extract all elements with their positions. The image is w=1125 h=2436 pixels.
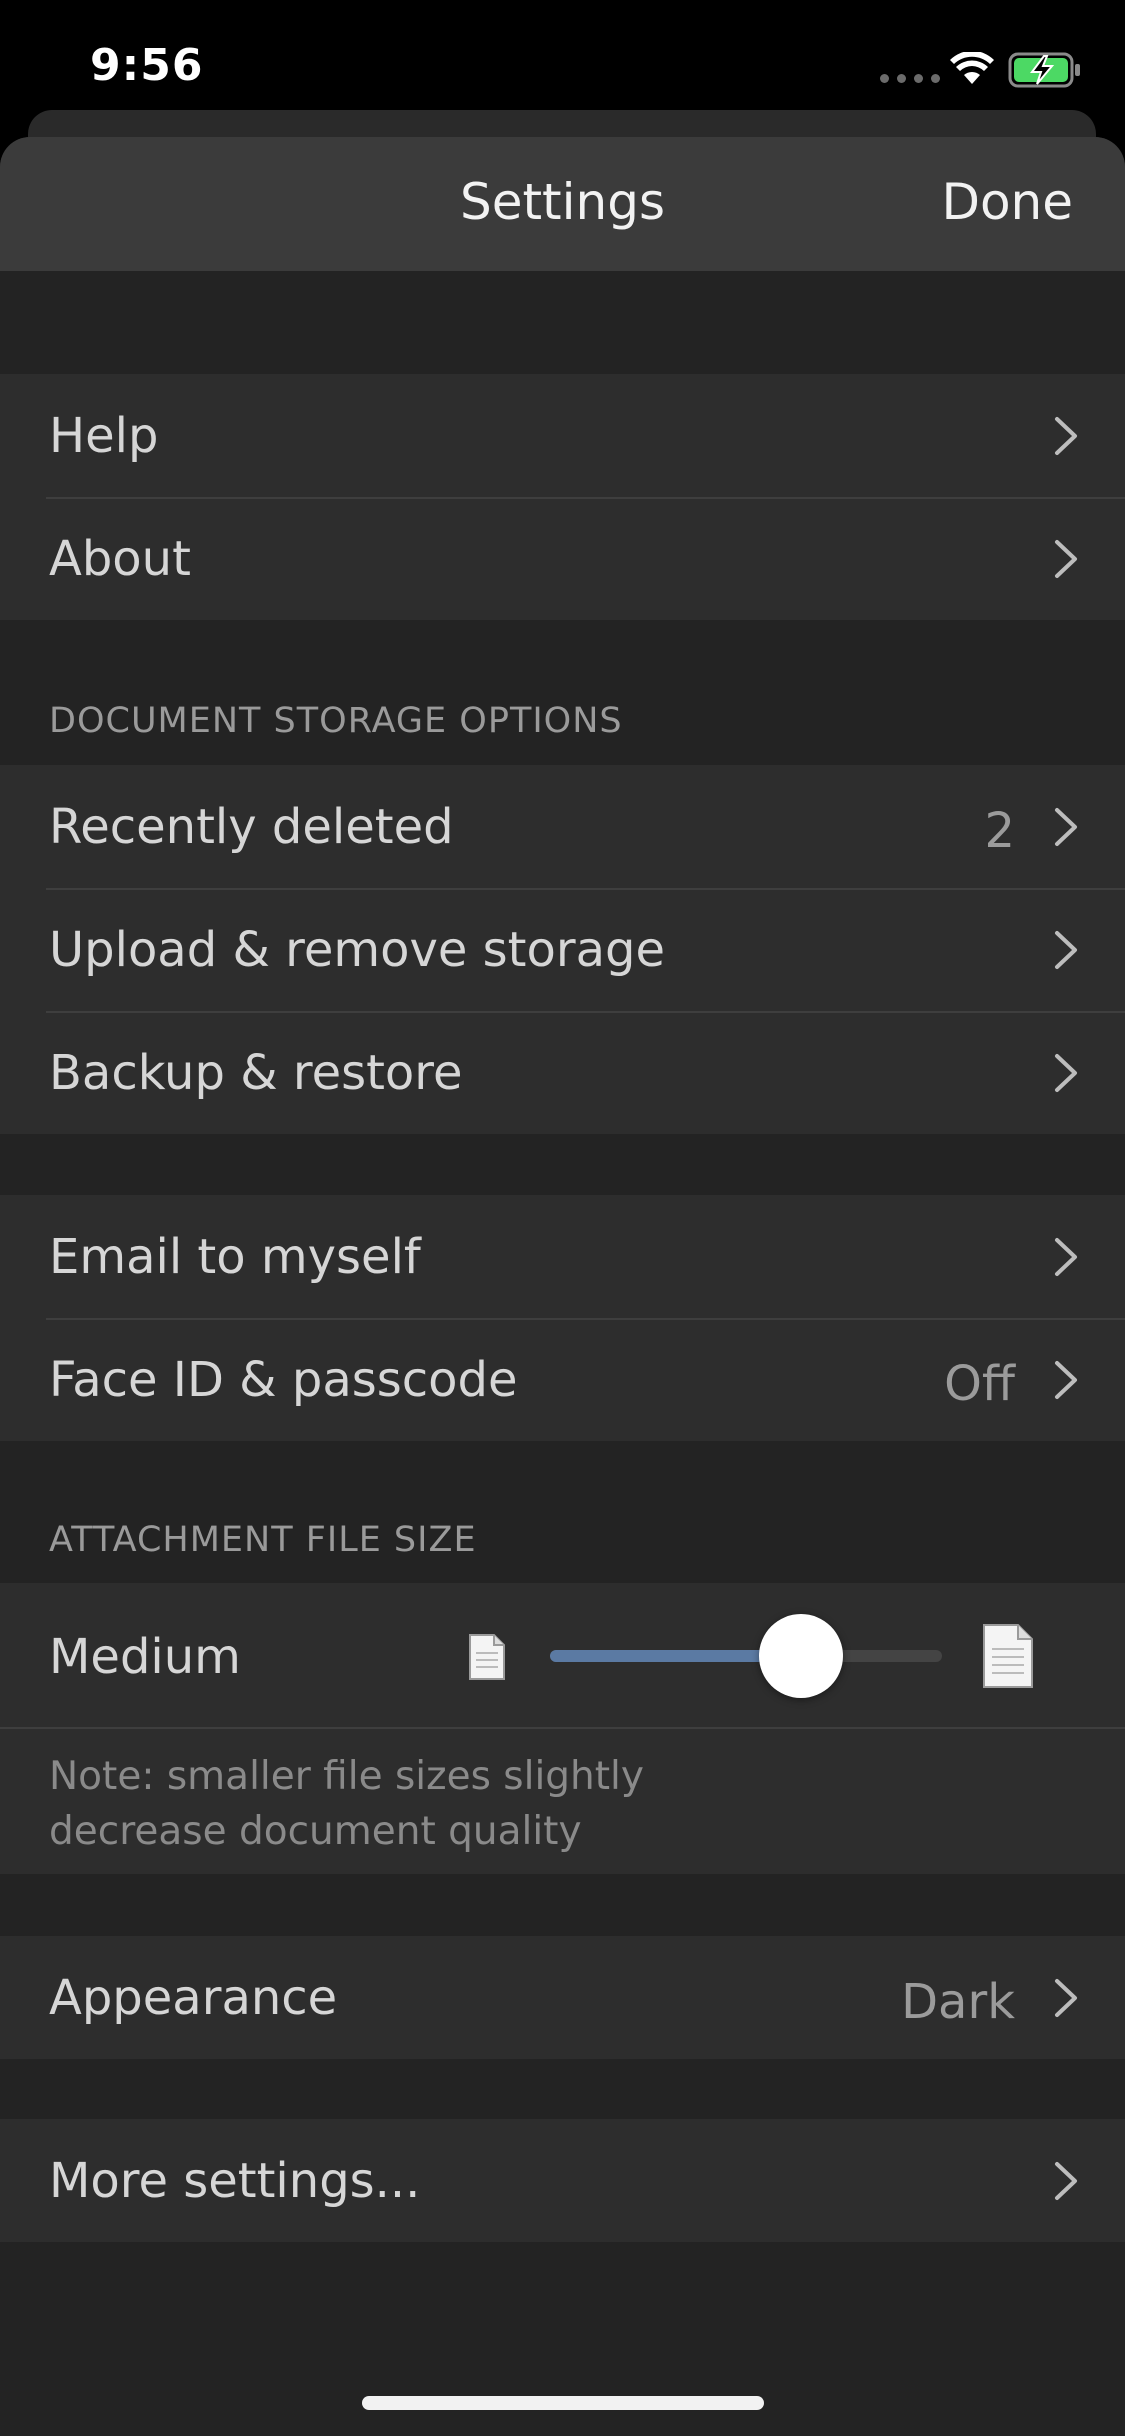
appearance-label: Appearance — [49, 1970, 338, 2026]
about-row[interactable]: About — [0, 497, 1125, 620]
chevron-right-icon — [1055, 417, 1077, 455]
attachment-size-label: Medium — [49, 1629, 241, 1685]
small-document-icon — [469, 1634, 505, 1680]
appearance-row[interactable]: Appearance Dark — [0, 1936, 1125, 2059]
nav-bar: Settings Done — [0, 137, 1125, 271]
email-to-myself-row[interactable]: Email to myself — [0, 1195, 1125, 1318]
recently-deleted-label: Recently deleted — [49, 799, 454, 855]
chevron-right-icon — [1055, 1979, 1077, 2017]
cellular-signal-icon — [880, 74, 940, 83]
face-id-passcode-row[interactable]: Face ID & passcode Off — [0, 1318, 1125, 1441]
backup-restore-label: Backup & restore — [49, 1045, 463, 1101]
about-label: About — [49, 531, 191, 587]
more-settings-row[interactable]: More settings... — [0, 2119, 1125, 2242]
chevron-right-icon — [1055, 1054, 1077, 1092]
chevron-right-icon — [1055, 540, 1077, 578]
done-button[interactable]: Done — [941, 173, 1073, 231]
appearance-value: Dark — [901, 1974, 1015, 2030]
appearance-group: Appearance Dark — [0, 1936, 1125, 2059]
attachment-section-header: ATTACHMENT FILE SIZE — [49, 1520, 477, 1560]
face-id-passcode-value: Off — [944, 1356, 1015, 1412]
file-size-slider[interactable] — [550, 1614, 942, 1698]
storage-section-header: DOCUMENT STORAGE OPTIONS — [49, 701, 623, 741]
wifi-icon — [950, 52, 994, 84]
home-indicator[interactable] — [362, 2396, 764, 2410]
upload-remove-storage-label: Upload & remove storage — [49, 922, 666, 978]
attachment-group: Medium Note: smaller file sizes slightly… — [0, 1583, 1125, 1874]
chevron-right-icon — [1055, 1361, 1077, 1399]
chevron-right-icon — [1055, 931, 1077, 969]
face-id-passcode-label: Face ID & passcode — [49, 1352, 518, 1408]
attachment-note-text: Note: smaller file sizes slightly decrea… — [49, 1754, 644, 1854]
battery-charging-icon — [1008, 52, 1080, 88]
help-row[interactable]: Help — [0, 374, 1125, 497]
large-document-icon — [983, 1624, 1033, 1688]
email-to-myself-label: Email to myself — [49, 1229, 421, 1285]
attachment-size-row: Medium — [0, 1583, 1125, 1727]
upload-remove-storage-row[interactable]: Upload & remove storage — [0, 888, 1125, 1011]
chevron-right-icon — [1055, 2162, 1077, 2200]
status-time: 9:56 — [90, 40, 204, 91]
help-label: Help — [49, 408, 159, 464]
more-settings-group: More settings... — [0, 2119, 1125, 2242]
recently-deleted-row[interactable]: Recently deleted 2 — [0, 765, 1125, 888]
slider-thumb[interactable] — [758, 1614, 843, 1698]
settings-sheet: Settings Done Help About DOCUMENT STORAG… — [0, 137, 1125, 2436]
more-settings-label: More settings... — [49, 2153, 421, 2209]
attachment-note: Note: smaller file sizes slightly decrea… — [0, 1727, 1125, 1874]
chevron-right-icon — [1055, 1238, 1077, 1276]
storage-group: Recently deleted 2 Upload & remove stora… — [0, 765, 1125, 1134]
recently-deleted-count: 2 — [984, 803, 1015, 859]
chevron-right-icon — [1055, 808, 1077, 846]
info-group: Help About — [0, 374, 1125, 620]
backup-restore-row[interactable]: Backup & restore — [0, 1011, 1125, 1134]
security-group: Email to myself Face ID & passcode Off — [0, 1195, 1125, 1441]
